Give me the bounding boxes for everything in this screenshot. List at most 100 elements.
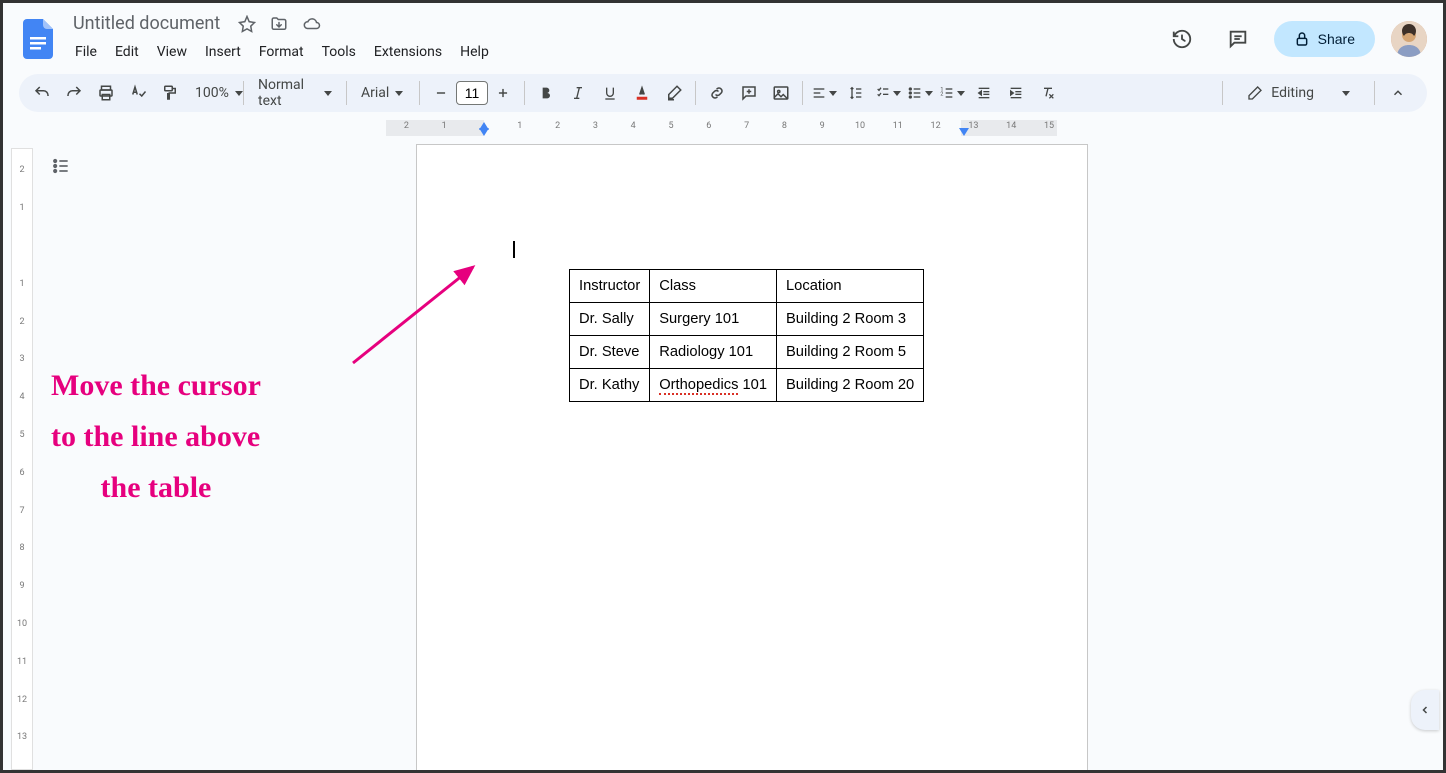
table-row[interactable]: Dr. Kathy Orthopedics 101 Building 2 Roo… — [570, 369, 924, 402]
document-page[interactable]: Instructor Class Location Dr. Sally Surg… — [416, 144, 1088, 770]
toolbar-container: 100% Normal text Arial — [3, 66, 1443, 120]
font-select[interactable]: Arial — [353, 78, 413, 108]
vertical-ruler[interactable]: 21123456789101112131415 — [3, 120, 41, 770]
menu-tools[interactable]: Tools — [314, 40, 364, 64]
empty-line-above-table[interactable] — [513, 241, 991, 259]
star-icon[interactable] — [238, 15, 256, 33]
paint-format-button[interactable] — [155, 78, 185, 108]
toolbar: 100% Normal text Arial — [19, 74, 1427, 112]
separator — [1222, 81, 1223, 105]
clear-formatting-button[interactable] — [1033, 78, 1063, 108]
svg-text:2: 2 — [940, 92, 943, 98]
chevron-down-icon — [925, 91, 933, 96]
document-title[interactable]: Untitled document — [67, 11, 226, 36]
share-label: Share — [1318, 31, 1355, 47]
font-size-input[interactable] — [456, 81, 488, 105]
italic-button[interactable] — [563, 78, 593, 108]
bulleted-list-button[interactable] — [905, 78, 935, 108]
table-cell[interactable]: Dr. Sally — [570, 303, 650, 336]
separator — [243, 81, 244, 105]
horizontal-ruler[interactable]: 21123456789101112131415 — [41, 120, 1443, 142]
checklist-button[interactable] — [873, 78, 903, 108]
highlight-button[interactable] — [659, 78, 689, 108]
collapse-toolbar-button[interactable] — [1383, 78, 1413, 108]
left-indent-marker[interactable] — [479, 128, 489, 136]
table-cell[interactable]: Orthopedics 101 — [650, 369, 777, 402]
history-icon[interactable] — [1162, 19, 1202, 59]
redo-button[interactable] — [59, 78, 89, 108]
increase-font-button[interactable] — [488, 78, 518, 108]
add-comment-button[interactable] — [734, 78, 764, 108]
separator — [1374, 81, 1375, 105]
table-cell[interactable]: Building 2 Room 3 — [777, 303, 924, 336]
menu-edit[interactable]: Edit — [107, 40, 147, 64]
font-size-group — [426, 78, 518, 108]
table-cell[interactable]: Building 2 Room 5 — [777, 336, 924, 369]
comments-icon[interactable] — [1218, 19, 1258, 59]
separator — [346, 81, 347, 105]
table-cell[interactable]: Dr. Kathy — [570, 369, 650, 402]
table-cell[interactable]: Location — [777, 270, 924, 303]
numbered-list-button[interactable]: 12 — [937, 78, 967, 108]
chevron-down-icon — [324, 91, 332, 96]
title-actions — [238, 15, 322, 33]
chevron-down-icon — [235, 91, 243, 96]
line-spacing-button[interactable] — [841, 78, 871, 108]
chevron-down-icon — [395, 91, 403, 96]
header: Untitled document File Edit View Insert … — [3, 3, 1443, 66]
chevron-down-icon — [957, 91, 965, 96]
table-row[interactable]: Dr. Steve Radiology 101 Building 2 Room … — [570, 336, 924, 369]
align-button[interactable] — [809, 78, 839, 108]
zoom-select[interactable]: 100% — [187, 78, 237, 108]
annotation-text: Move the cursor to the line above the ta… — [51, 360, 261, 513]
table-row[interactable]: Instructor Class Location — [570, 270, 924, 303]
move-icon[interactable] — [270, 15, 288, 33]
increase-indent-button[interactable] — [1001, 78, 1031, 108]
share-button[interactable]: Share — [1274, 21, 1375, 57]
print-button[interactable] — [91, 78, 121, 108]
menu-view[interactable]: View — [149, 40, 195, 64]
editing-mode-button[interactable]: Editing — [1231, 79, 1366, 107]
pencil-icon — [1247, 85, 1263, 101]
editing-mode-group: Editing — [1218, 78, 1419, 108]
workspace: 21123456789101112131415 2112345678910111… — [3, 120, 1443, 770]
text-cursor — [513, 241, 515, 258]
show-side-panel-button[interactable] — [1411, 690, 1439, 730]
menu-format[interactable]: Format — [251, 40, 312, 64]
table-cell[interactable]: Class — [650, 270, 777, 303]
chevron-down-icon — [1342, 91, 1350, 96]
menu-insert[interactable]: Insert — [197, 40, 249, 64]
table-cell[interactable]: Building 2 Room 20 — [777, 369, 924, 402]
table-cell[interactable]: Radiology 101 — [650, 336, 777, 369]
avatar[interactable] — [1391, 21, 1427, 57]
decrease-font-button[interactable] — [426, 78, 456, 108]
menu-help[interactable]: Help — [452, 40, 497, 64]
table-cell[interactable]: Instructor — [570, 270, 650, 303]
separator — [802, 81, 803, 105]
underline-button[interactable] — [595, 78, 625, 108]
table-row[interactable]: Dr. Sally Surgery 101 Building 2 Room 3 — [570, 303, 924, 336]
paragraph-style-select[interactable]: Normal text — [250, 78, 340, 108]
lock-icon — [1294, 31, 1310, 47]
table-cell[interactable]: Surgery 101 — [650, 303, 777, 336]
insert-image-button[interactable] — [766, 78, 796, 108]
text-color-button[interactable] — [627, 78, 657, 108]
chevron-down-icon — [893, 91, 901, 96]
undo-button[interactable] — [27, 78, 57, 108]
decrease-indent-button[interactable] — [969, 78, 999, 108]
menu-file[interactable]: File — [67, 40, 105, 64]
page-content[interactable]: Instructor Class Location Dr. Sally Surg… — [417, 145, 1087, 402]
cloud-status-icon[interactable] — [302, 15, 322, 33]
menu-extensions[interactable]: Extensions — [366, 40, 450, 64]
title-row: Untitled document — [67, 11, 1154, 36]
document-table[interactable]: Instructor Class Location Dr. Sally Surg… — [569, 269, 924, 402]
docs-logo-icon[interactable] — [19, 19, 59, 59]
bold-button[interactable] — [531, 78, 561, 108]
insert-link-button[interactable] — [702, 78, 732, 108]
chevron-down-icon — [829, 91, 837, 96]
separator — [695, 81, 696, 105]
spellcheck-button[interactable] — [123, 78, 153, 108]
header-right: Share — [1162, 19, 1427, 59]
table-cell[interactable]: Dr. Steve — [570, 336, 650, 369]
separator — [419, 81, 420, 105]
